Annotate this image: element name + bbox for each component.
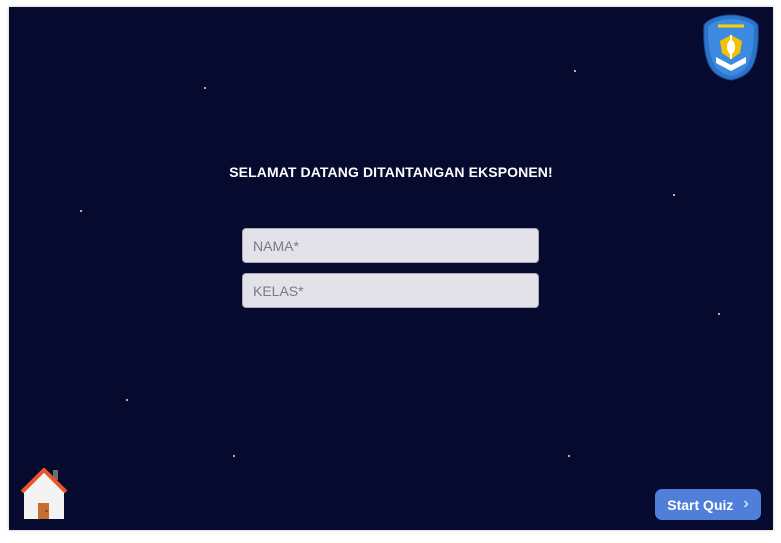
- nama-input[interactable]: [242, 228, 539, 263]
- home-button[interactable]: [20, 467, 68, 521]
- kelas-input[interactable]: [242, 273, 539, 308]
- star-decoration: [126, 399, 128, 401]
- start-quiz-label: Start Quiz: [667, 496, 734, 513]
- star-decoration: [718, 313, 720, 315]
- welcome-title: SELAMAT DATANG DITANTANGAN EKSPONEN!: [229, 164, 553, 180]
- star-decoration: [233, 455, 235, 457]
- star-decoration: [574, 70, 576, 72]
- star-decoration: [80, 210, 82, 212]
- star-decoration: [673, 194, 675, 196]
- quiz-welcome-screen: SELAMAT DATANG DITANTANGAN EKSPONEN! Sta…: [9, 7, 773, 530]
- tut-wuri-handayani-logo: [703, 14, 759, 81]
- chevron-right-icon: ›: [743, 494, 749, 512]
- star-decoration: [568, 455, 570, 457]
- home-icon: [20, 468, 68, 519]
- start-quiz-button[interactable]: Start Quiz ›: [655, 489, 761, 520]
- star-decoration: [204, 87, 206, 89]
